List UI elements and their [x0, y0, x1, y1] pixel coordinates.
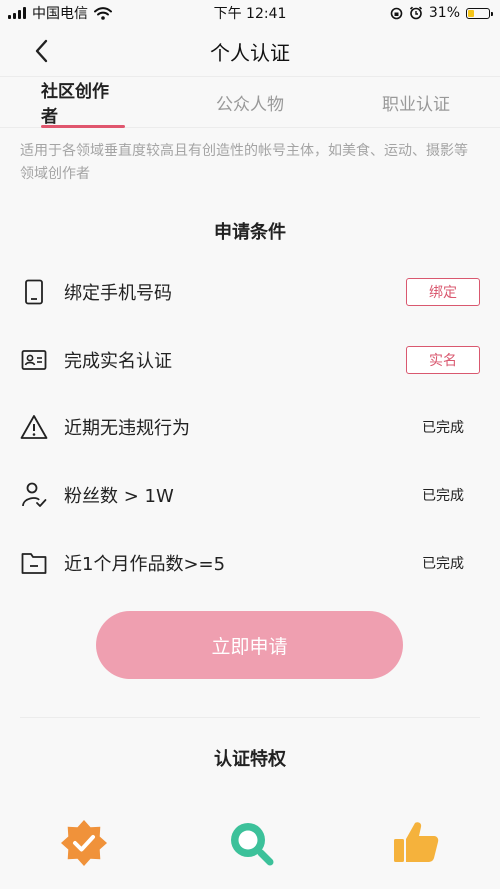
status-completed: 已完成: [422, 556, 464, 572]
carrier-label: 中国电信: [32, 6, 88, 22]
tab-community-creator[interactable]: 社区创作者: [41, 77, 125, 128]
rotation-lock-icon: [390, 7, 403, 19]
status-completed: 已完成: [422, 420, 464, 436]
condition-label: 近期无违规行为: [64, 418, 190, 439]
user-check-icon: [20, 481, 48, 509]
condition-row: 近1个月作品数>=5 已完成: [20, 541, 480, 585]
condition-row: 粉丝数 > 1W 已完成: [20, 473, 480, 517]
search-icon: [231, 823, 274, 866]
section-title-conditions: 申请条件: [214, 222, 286, 243]
chevron-left-icon[interactable]: [30, 38, 54, 64]
tab-bar: 社区创作者 公众人物 职业认证: [0, 76, 500, 128]
signal-icon: [8, 7, 26, 19]
bind-phone-button[interactable]: 绑定: [406, 278, 480, 306]
condition-label: 粉丝数 > 1W: [64, 486, 174, 507]
real-name-button[interactable]: 实名: [406, 346, 480, 374]
battery-percent: 31%: [428, 5, 460, 21]
condition-label: 绑定手机号码: [64, 283, 172, 304]
description-text: 适用于各领域垂直度较高且有创造性的帐号主体，如美食、运动、摄影等领域创作者: [20, 143, 468, 182]
condition-label: 完成实名认证: [64, 351, 172, 372]
condition-label: 近1个月作品数>=5: [64, 554, 226, 575]
apply-now-button[interactable]: 立即申请: [96, 611, 403, 679]
condition-row: 完成实名认证 实名: [20, 338, 480, 382]
alarm-icon: [409, 6, 422, 20]
warning-icon: [20, 413, 48, 441]
nav-bar: 个人认证: [0, 26, 500, 76]
verified-badge-icon: [61, 820, 107, 866]
battery-icon: [466, 7, 493, 19]
tab-public-figure[interactable]: 公众人物: [216, 77, 284, 127]
phone-icon: [20, 278, 48, 306]
divider: [20, 717, 480, 718]
status-bar: 中国电信 下午 12:41 31%: [0, 0, 500, 26]
section-title-privileges: 认证特权: [214, 749, 286, 770]
clock: 下午 12:41: [213, 6, 287, 22]
condition-row: 近期无违规行为 已完成: [20, 405, 480, 449]
thumbs-up-icon: [394, 822, 439, 862]
status-completed: 已完成: [422, 488, 464, 504]
folder-icon: [20, 549, 48, 577]
id-card-icon: [20, 346, 48, 374]
condition-row: 绑定手机号码 绑定: [20, 270, 480, 314]
page-title: 个人认证: [210, 40, 290, 65]
wifi-icon: [94, 6, 112, 20]
tab-professional[interactable]: 职业认证: [382, 77, 450, 127]
